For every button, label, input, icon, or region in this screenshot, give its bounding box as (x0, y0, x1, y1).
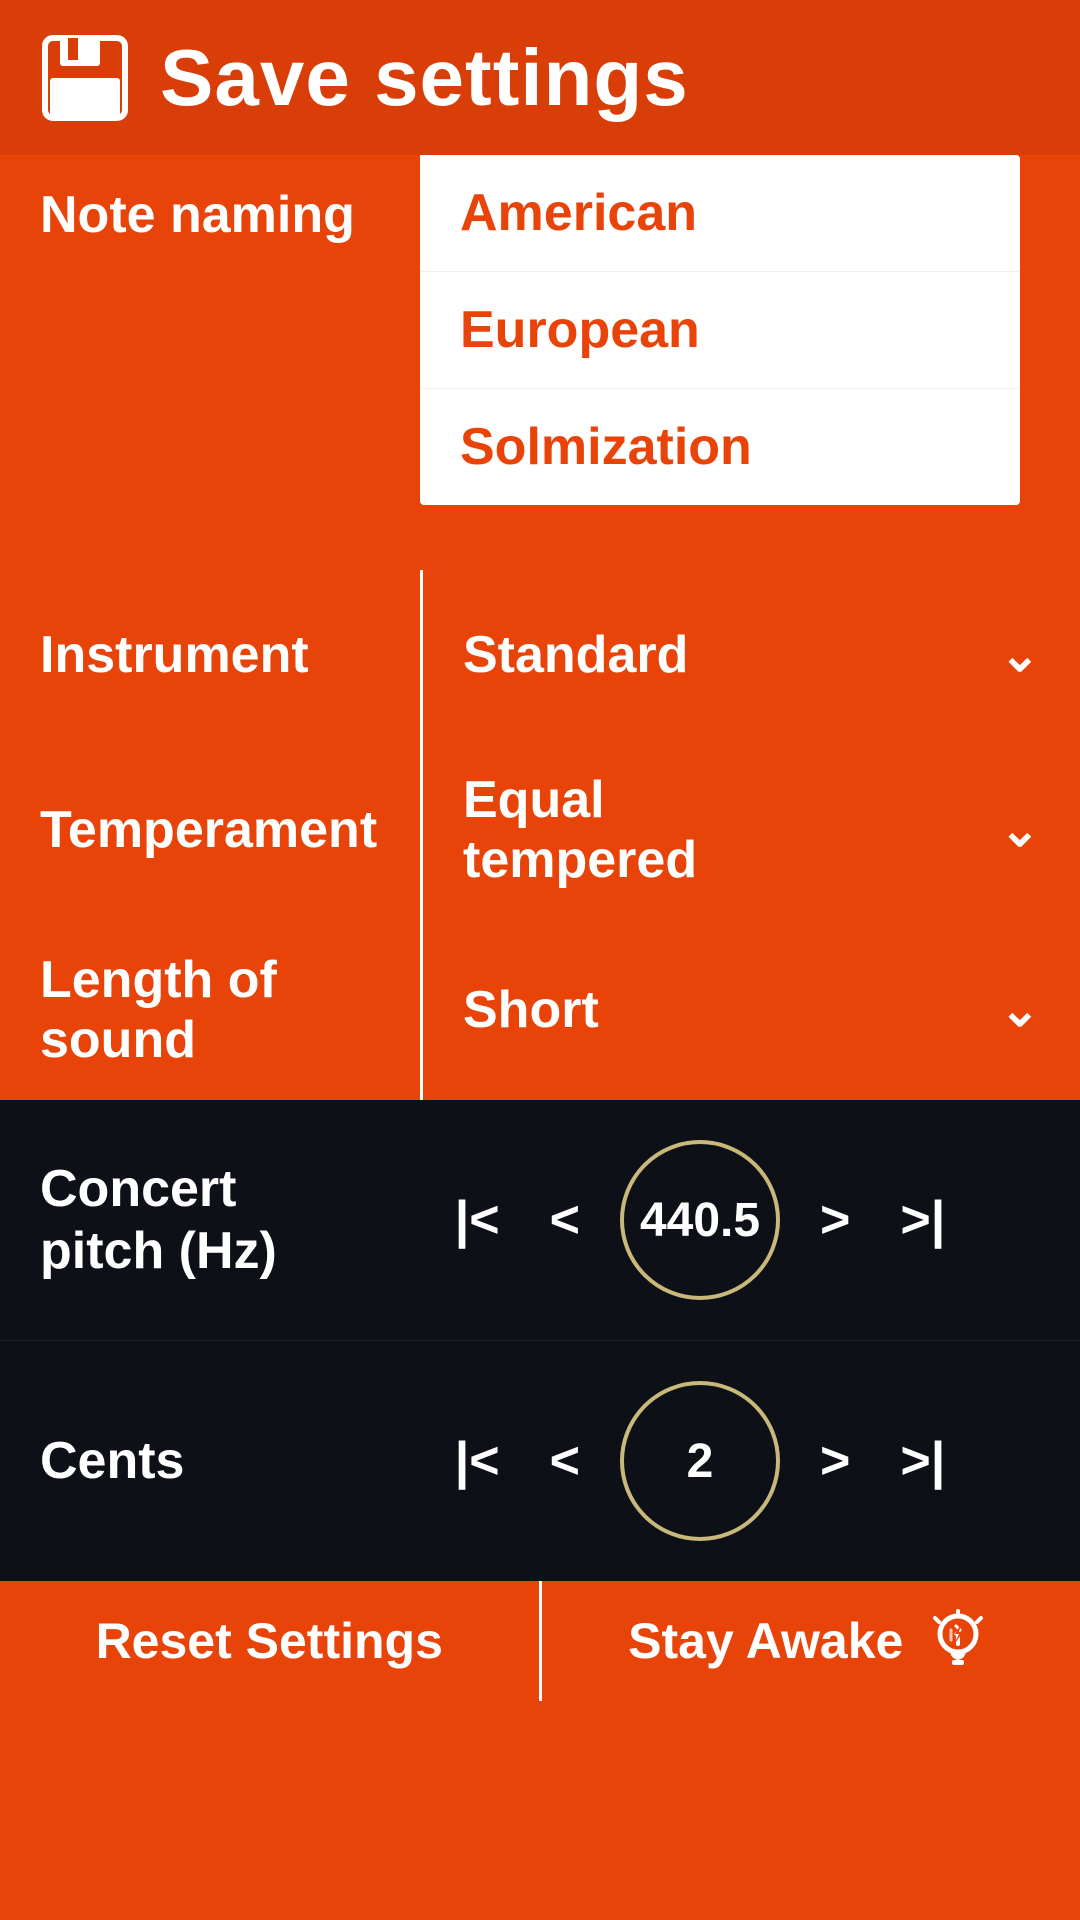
length-of-sound-value-area[interactable]: Short ⌄ (423, 950, 1080, 1070)
concert-pitch-next-button[interactable]: > (810, 1180, 860, 1260)
dropdown-item-solmization[interactable]: Solmization (420, 389, 1020, 505)
reset-settings-button[interactable]: Reset Settings (0, 1581, 542, 1701)
instrument-chevron-icon: ⌄ (1000, 627, 1040, 683)
cents-controls: |< < 2 > >| (360, 1381, 1040, 1541)
instrument-value: Standard (463, 625, 688, 685)
temperament-chevron-icon: ⌄ (1000, 802, 1040, 858)
instrument-value-area[interactable]: Standard ⌄ (423, 595, 1080, 715)
cents-next-button[interactable]: > (810, 1421, 860, 1501)
header: Save settings (0, 0, 1080, 155)
concert-pitch-row: Concertpitch (Hz) |< < 440.5 > >| (0, 1100, 1080, 1341)
note-naming-section: Note naming American European Solmizatio… (0, 155, 1080, 275)
length-of-sound-row: Length of sound Short ⌄ (0, 920, 1080, 1100)
instrument-row: Instrument Standard ⌄ (0, 570, 1080, 740)
dropdown-item-american[interactable]: American (420, 155, 1020, 272)
footer: Reset Settings Stay Awake (0, 1581, 1080, 1701)
cents-prev-button[interactable]: < (540, 1421, 590, 1501)
temperament-value: Equaltempered (463, 770, 697, 890)
stay-awake-label: Stay Awake (628, 1612, 903, 1670)
temperament-row: Temperament Equaltempered ⌄ (0, 740, 1080, 920)
concert-pitch-prev-button[interactable]: < (540, 1180, 590, 1260)
reset-settings-label: Reset Settings (96, 1612, 443, 1670)
dark-section: Concertpitch (Hz) |< < 440.5 > >| Cents … (0, 1100, 1080, 1581)
cents-row: Cents |< < 2 > >| (0, 1341, 1080, 1581)
cents-value: 2 (687, 1434, 714, 1489)
cents-value-circle: 2 (620, 1381, 780, 1541)
page-title: Save settings (160, 32, 689, 124)
cents-label: Cents (40, 1430, 360, 1492)
concert-pitch-controls: |< < 440.5 > >| (360, 1140, 1040, 1300)
cents-skip-start-button[interactable]: |< (445, 1421, 510, 1501)
length-of-sound-value: Short (463, 980, 599, 1040)
concert-pitch-skip-end-button[interactable]: >| (890, 1180, 955, 1260)
cents-skip-end-button[interactable]: >| (890, 1421, 955, 1501)
stay-awake-bulb-icon (923, 1606, 993, 1676)
stay-awake-button[interactable]: Stay Awake (542, 1581, 1080, 1701)
length-chevron-icon: ⌄ (1000, 982, 1040, 1038)
save-icon (40, 33, 130, 123)
concert-pitch-value: 440.5 (640, 1193, 760, 1248)
dropdown-item-european[interactable]: European (420, 272, 1020, 389)
temperament-value-area[interactable]: Equaltempered ⌄ (423, 740, 1080, 920)
instrument-label: Instrument (0, 595, 420, 715)
settings-area: Note naming American European Solmizatio… (0, 155, 1080, 1100)
note-naming-dropdown[interactable]: American European Solmization (420, 155, 1020, 505)
temperament-label: Temperament (0, 770, 420, 890)
concert-pitch-skip-start-button[interactable]: |< (445, 1180, 510, 1260)
concert-pitch-label: Concertpitch (Hz) (40, 1158, 360, 1283)
note-naming-label: Note naming (0, 155, 420, 275)
concert-pitch-value-circle: 440.5 (620, 1140, 780, 1300)
length-of-sound-label: Length of sound (0, 920, 420, 1100)
